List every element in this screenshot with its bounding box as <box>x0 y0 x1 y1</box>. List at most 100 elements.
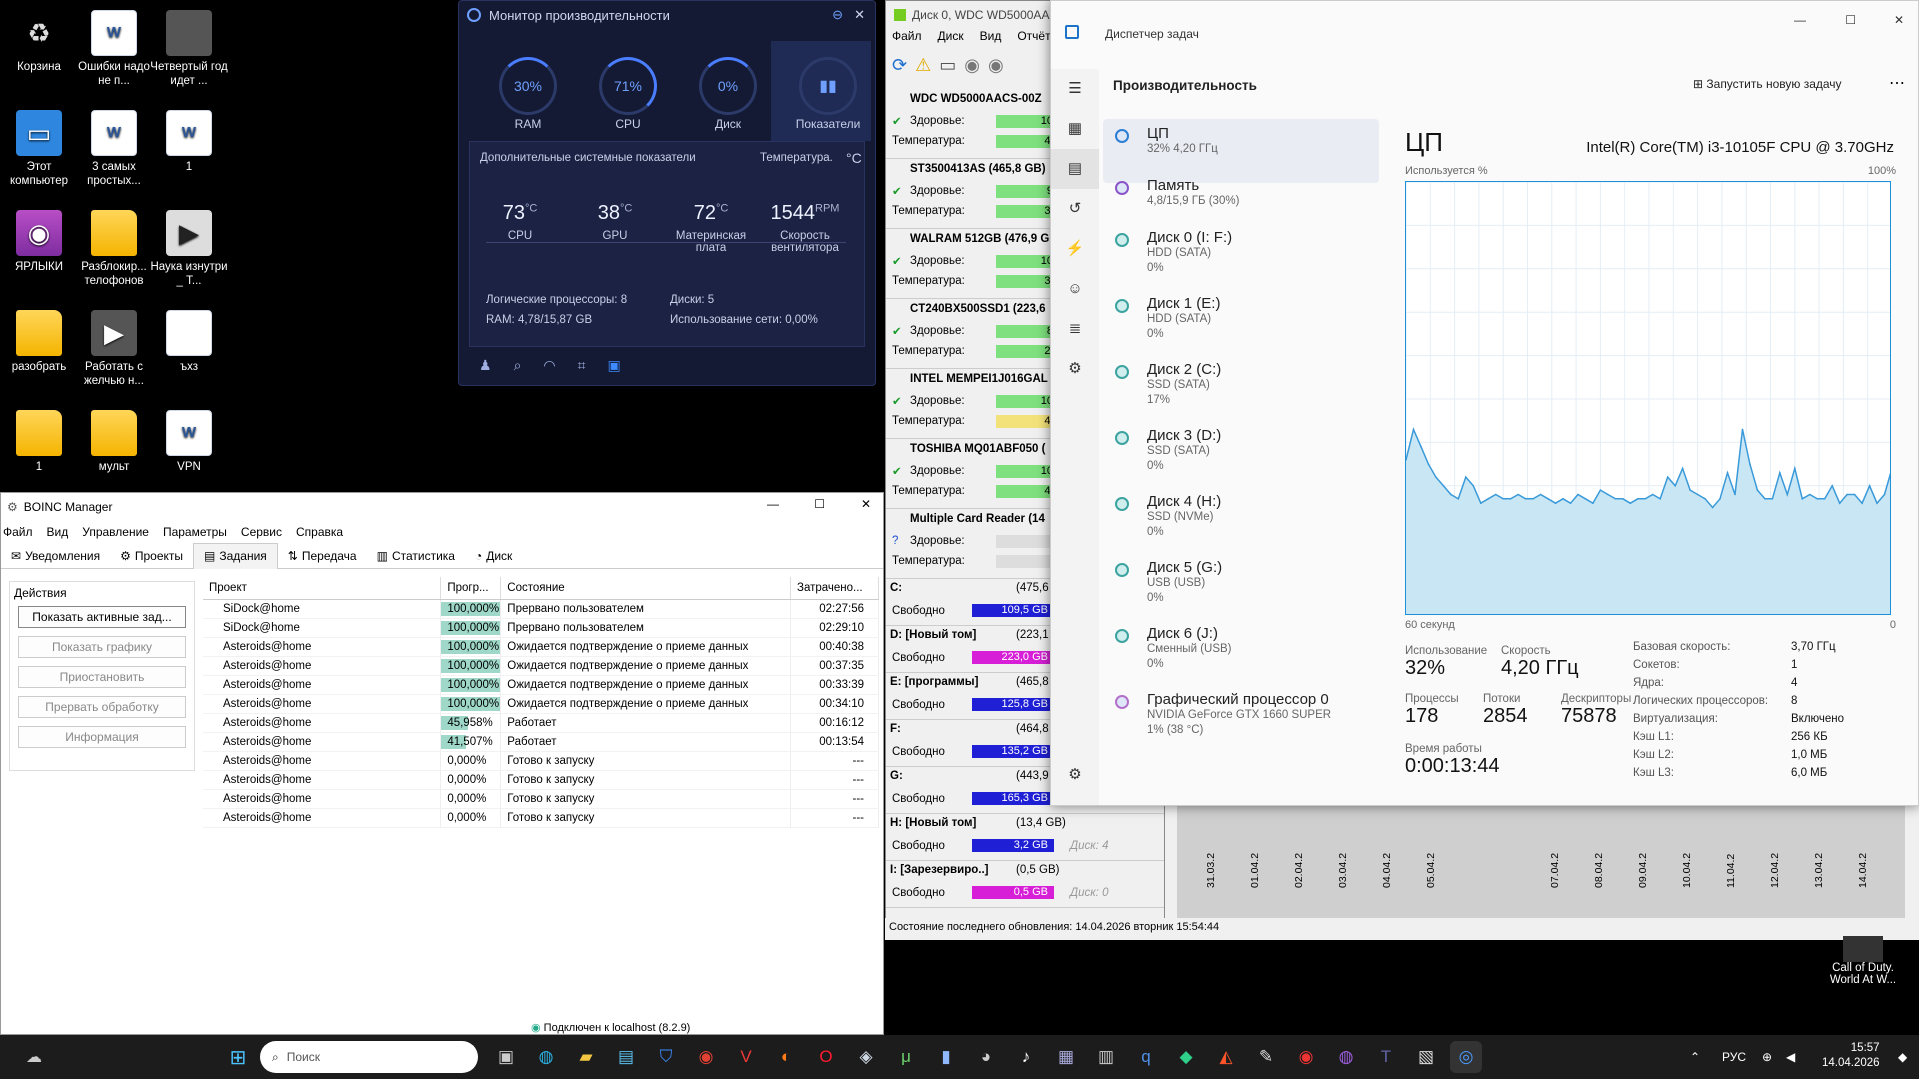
table-row[interactable]: SiDock@home 100,000% Прервано пользователе… <box>203 599 879 619</box>
gauge-3[interactable]: ▮▮ <box>799 57 857 115</box>
tor-icon[interactable]: ◍ <box>1330 1041 1362 1073</box>
table-row[interactable]: SiDock@home 100,000% Прервано пользователе… <box>203 618 879 638</box>
brave-icon[interactable]: ◭ <box>1210 1041 1242 1073</box>
utorrent-icon[interactable]: μ <box>890 1041 922 1073</box>
column-header[interactable]: Проект <box>203 577 442 600</box>
device-item[interactable]: Графический процессор 0 NVIDIA GeForce GT… <box>1103 685 1379 749</box>
table-row[interactable]: Asteroids@home 100,000% Ожидается подтверж… <box>203 656 879 676</box>
close-icon[interactable]: ✕ <box>861 497 871 511</box>
device-item[interactable]: Диск 0 (I: F:) HDD (SATA) 0% <box>1103 223 1379 287</box>
volume-icon[interactable]: ◀ <box>1786 1050 1795 1064</box>
users-icon[interactable]: ☺ <box>1051 269 1099 309</box>
disk-menu-item[interactable]: Файл <box>892 29 922 49</box>
disk1-icon[interactable]: ◉ <box>964 55 980 83</box>
desktop-shortcut[interactable]: ▶ Наука изнутри _ Т... <box>150 210 228 288</box>
warning-icon[interactable]: ⚠ <box>915 55 931 83</box>
volume-entry[interactable]: H: [Новый том] (13,4 GB) Свободно 3,2 GB Дис… <box>886 814 1164 861</box>
refresh-icon[interactable]: ⟳ <box>892 55 907 83</box>
desktop-shortcut[interactable]: ▶ Работать с желчью н... <box>75 310 153 388</box>
files-icon[interactable]: ▦ <box>1050 1041 1082 1073</box>
performance-icon[interactable]: ▤ <box>1051 149 1099 189</box>
pin-icon[interactable]: ♟ <box>479 357 492 374</box>
back-icon[interactable]: ⊖ <box>832 7 843 23</box>
start-icon[interactable]: ⊞ <box>222 1041 254 1073</box>
network-icon[interactable]: ⊕ <box>1762 1050 1772 1064</box>
boinc-menu-item[interactable]: Справка <box>296 525 343 539</box>
tiktok-icon[interactable]: ♪ <box>1010 1041 1042 1073</box>
menu-icon[interactable]: ☰ <box>1051 69 1099 109</box>
maximize-icon[interactable]: ☐ <box>814 497 825 511</box>
boinc-tab[interactable]: ✉ Уведомления <box>1 549 110 563</box>
close-icon[interactable]: ✕ <box>854 7 865 23</box>
volume-entry[interactable]: I: [Зарезервиро..] (0,5 GB) Свободно 0,5 GB… <box>886 861 1164 908</box>
notifications-icon[interactable]: ◆ <box>1898 1050 1907 1064</box>
table-row[interactable]: Asteroids@home 0,000% Готово к запуску --- <box>203 751 879 771</box>
table-row[interactable]: Asteroids@home 41,507% Работает 00:13:54 <box>203 732 879 752</box>
camera-icon[interactable]: ▣ <box>608 357 621 374</box>
perfmon-taskbar-icon[interactable]: ◎ <box>1450 1041 1482 1073</box>
app2-icon[interactable]: ◆ <box>1170 1041 1202 1073</box>
app3-icon[interactable]: ◉ <box>1290 1041 1322 1073</box>
search-icon[interactable]: ⌕ <box>514 357 522 374</box>
clock-time[interactable]: 15:57 <box>1822 1041 1880 1056</box>
defender-icon[interactable]: ⛉ <box>650 1041 682 1073</box>
vivaldi-icon[interactable]: V <box>730 1041 762 1073</box>
callofduty-shortcut[interactable]: Call of Duty. World At W... <box>1818 936 1908 986</box>
boinc-tab[interactable]: ◔ Диск <box>465 549 522 563</box>
action-button[interactable]: Показать активные зад... <box>18 606 186 628</box>
device-item[interactable]: Диск 5 (G:) USB (USB) 0% <box>1103 553 1379 617</box>
crop-icon[interactable]: ⌗ <box>578 357 586 374</box>
notes-icon[interactable]: ✎ <box>1250 1041 1282 1073</box>
desktop-shortcut[interactable]: ▭ Этот компьютер <box>0 110 78 188</box>
desktop-shortcut[interactable]: Четвертый год идет ... <box>150 10 228 88</box>
language-indicator[interactable]: РУС <box>1722 1050 1746 1064</box>
action-button[interactable]: Показать графику <box>18 636 186 658</box>
speed-icon[interactable]: ◠ <box>543 357 555 374</box>
boinc-menu-item[interactable]: Параметры <box>163 525 227 539</box>
device-item[interactable]: Диск 2 (C:) SSD (SATA) 17% <box>1103 355 1379 419</box>
table-row[interactable]: Asteroids@home 0,000% Готово к запуску --- <box>203 808 879 828</box>
qbittorrent-icon[interactable]: q <box>1130 1041 1162 1073</box>
settings-icon[interactable]: ⚙ <box>1051 755 1099 795</box>
startup-icon[interactable]: ⚡ <box>1051 229 1099 269</box>
desktop-shortcut[interactable]: W Ошибки надо не п... <box>75 10 153 88</box>
desktop-shortcut[interactable]: мульт <box>75 410 153 474</box>
table-row[interactable]: Asteroids@home 45,958% Работает 00:16:12 <box>203 713 879 733</box>
column-header[interactable]: Состояние <box>500 577 791 600</box>
desktop-shortcut[interactable]: W1 <box>150 110 228 174</box>
weather-icon[interactable]: ☁ <box>18 1041 50 1073</box>
boinc-tab[interactable]: ⚙ Проекты <box>110 549 193 563</box>
desktop-shortcut[interactable]: W VPN <box>150 410 228 474</box>
desktop-shortcut[interactable]: Разблокир... телофонов <box>75 210 153 288</box>
minimize-icon[interactable]: — <box>1794 13 1806 27</box>
boinc-tab[interactable]: ▥ Статистика <box>367 549 465 563</box>
drive-icon[interactable]: ▭ <box>939 55 956 83</box>
processes-icon[interactable]: ▦ <box>1051 109 1099 149</box>
store-icon[interactable]: ▤ <box>610 1041 642 1073</box>
gauge-0[interactable]: 30% <box>499 57 557 115</box>
gauge-2[interactable]: 0% <box>699 57 757 115</box>
edge-icon[interactable]: ◍ <box>530 1041 562 1073</box>
table-row[interactable]: Asteroids@home 100,000% Ожидается подтверж… <box>203 694 879 714</box>
disk-menu-item[interactable]: Вид <box>980 29 1002 49</box>
desktop-shortcut[interactable]: ♻ Корзина <box>0 10 78 74</box>
chrome-icon[interactable]: ◉ <box>690 1041 722 1073</box>
table-row[interactable]: Asteroids@home 0,000% Готово к запуску --- <box>203 789 879 809</box>
desktop-shortcut[interactable]: 1 <box>0 410 78 474</box>
action-button[interactable]: Прервать обработку <box>18 696 186 718</box>
close-icon[interactable]: ✕ <box>1894 13 1904 27</box>
boinc-menu-item[interactable]: Управление <box>82 525 149 539</box>
column-header[interactable]: Затрачено... <box>790 577 879 600</box>
desktop-shortcut[interactable]: ◉ ЯРЛЫКИ <box>0 210 78 274</box>
steam-icon[interactable]: ◈ <box>850 1041 882 1073</box>
disk-menu-item[interactable]: Отчёт <box>1017 29 1050 49</box>
search-box[interactable]: ⌕ Поиск <box>260 1041 478 1073</box>
new-task-button[interactable]: ⊞ Запустить новую задачу <box>1693 77 1842 91</box>
action-button[interactable]: Информация <box>18 726 186 748</box>
device-item[interactable]: Диск 4 (H:) SSD (NVMe) 0% <box>1103 487 1379 551</box>
tray-chevron-icon[interactable]: ⌃ <box>1690 1050 1700 1064</box>
app-icon[interactable]: ▮ <box>930 1041 962 1073</box>
desktop-shortcut[interactable]: W 3 самых простых... <box>75 110 153 188</box>
gauge-1[interactable]: 71% <box>599 57 657 115</box>
table-row[interactable]: Asteroids@home 100,000% Ожидается подтверж… <box>203 675 879 695</box>
